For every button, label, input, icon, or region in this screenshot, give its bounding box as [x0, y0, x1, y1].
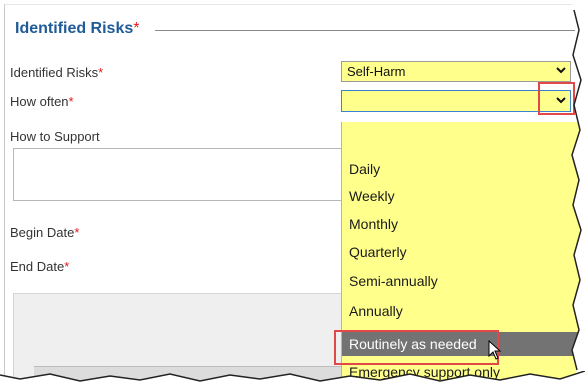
dropdown-option-monthly[interactable]: Monthly: [342, 212, 579, 236]
dropdown-option-quarterly[interactable]: Quarterly: [342, 240, 579, 264]
how-often-select[interactable]: [341, 90, 571, 112]
end-date-label-text: End Date: [10, 259, 65, 274]
section-title-text: Identified Risks: [15, 20, 134, 37]
required-marker: *: [64, 259, 70, 274]
mouse-cursor-icon: [488, 339, 502, 365]
identified-risks-label: Identified Risks*: [10, 65, 103, 80]
torn-edge-right: [571, 0, 585, 385]
identified-risks-label-text: Identified Risks: [10, 65, 99, 80]
dropdown-option-annually[interactable]: Annually: [342, 299, 579, 323]
callout-box-option: [334, 330, 499, 365]
callout-box-chevron: [538, 82, 575, 115]
how-often-label: How often*: [10, 94, 74, 109]
identified-risks-value: Self-Harm: [347, 64, 406, 79]
dropdown-option-daily[interactable]: Daily: [342, 157, 579, 181]
section-divider: [155, 30, 575, 31]
begin-date-label: Begin Date*: [10, 225, 79, 240]
begin-date-label-text: Begin Date: [10, 225, 75, 240]
required-marker: *: [74, 225, 80, 240]
how-to-support-textarea[interactable]: [13, 148, 343, 201]
identified-risks-select[interactable]: Self-Harm: [341, 61, 571, 82]
how-to-support-label: How to Support: [10, 129, 100, 144]
required-marker: *: [133, 20, 140, 37]
dropdown-option-semi-annually[interactable]: Semi-annually: [342, 269, 579, 293]
required-marker: *: [98, 65, 104, 80]
dropdown-option-weekly[interactable]: Weekly: [342, 184, 579, 208]
section-title: Identified Risks*: [15, 20, 139, 38]
required-marker: *: [68, 94, 74, 109]
how-often-label-text: How often: [10, 94, 69, 109]
chevron-down-icon[interactable]: [556, 65, 566, 79]
torn-edge-bottom: [0, 371, 585, 385]
end-date-label: End Date*: [10, 259, 69, 274]
